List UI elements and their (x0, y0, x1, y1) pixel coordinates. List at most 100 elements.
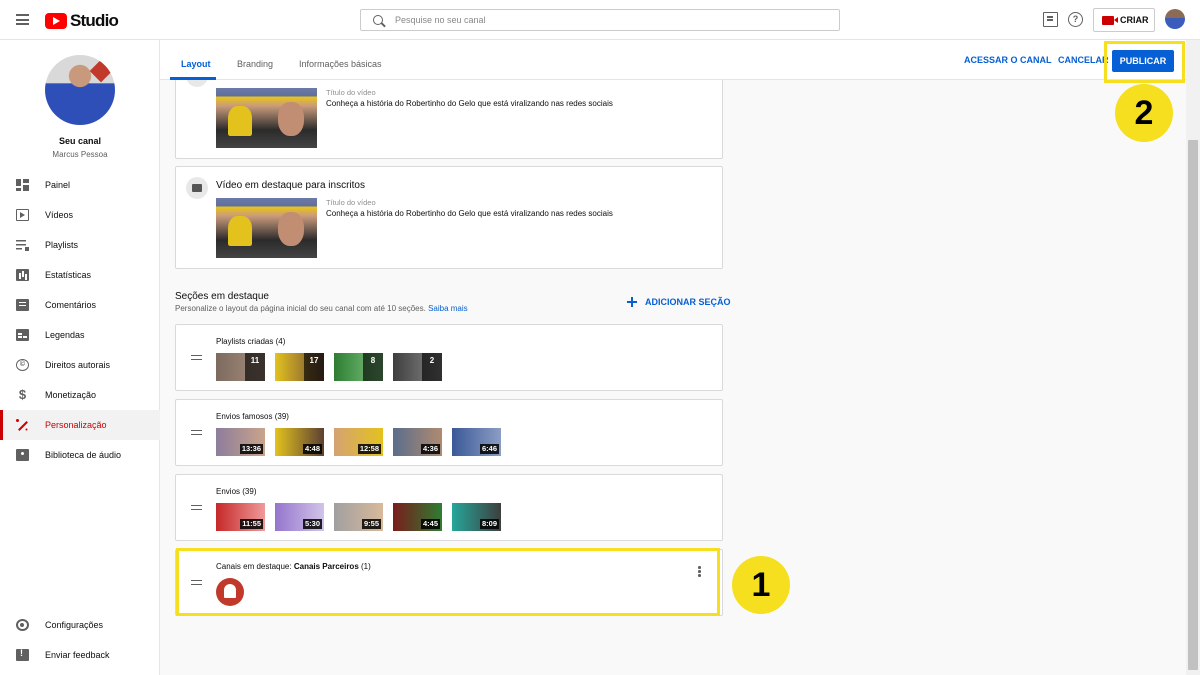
featured-sections-title: Seções em destaque (175, 291, 269, 302)
search-icon[interactable] (373, 15, 383, 25)
logo-text: Studio (70, 11, 119, 30)
drag-handle-icon[interactable] (191, 355, 202, 360)
video-thumbnail[interactable] (216, 198, 317, 258)
playlist-thumbnail[interactable]: 11 (216, 353, 265, 381)
scrollbar-thumb[interactable] (1188, 140, 1198, 670)
drag-handle-icon[interactable] (191, 505, 202, 510)
video-thumbnail[interactable]: 9:55 (334, 503, 383, 531)
audio-library-icon (16, 449, 29, 461)
search-bar[interactable] (360, 9, 840, 31)
drag-handle-icon[interactable] (191, 580, 202, 585)
tabs-bar: Layout Branding Informações básicas ACES… (160, 40, 1186, 83)
sidebar-item-label: Configurações (45, 620, 104, 630)
channel-avatar[interactable] (45, 55, 115, 125)
tab-informacoes-basicas[interactable]: Informações básicas (299, 59, 382, 69)
featured-video-for-subscribers-card: Vídeo em destaque para inscritos Título … (175, 166, 723, 269)
sidebar-item-direitos-autorais[interactable]: © Direitos autorais (0, 350, 160, 380)
video-thumbnail[interactable] (216, 88, 317, 148)
row-thumbnails: 11:55 5:30 9:55 4:45 8:09 (216, 503, 511, 531)
more-options-icon[interactable] (698, 566, 701, 577)
sidebar-item-monetizacao[interactable]: $ Monetização (0, 380, 160, 410)
view-channel-button[interactable]: ACESSAR O CANAL (964, 55, 1052, 65)
video-title-label: Título do vídeo (326, 88, 376, 97)
video-thumbnail[interactable]: 6:46 (452, 428, 501, 456)
video-thumbnail[interactable]: 4:48 (275, 428, 324, 456)
sidebar-item-legendas[interactable]: Legendas (0, 320, 160, 350)
row-title: Envios famosos (39) (216, 412, 289, 421)
video-title-value: Conheça a história do Robertinho do Gelo… (326, 209, 613, 218)
card-title: Vídeo em destaque para inscritos (216, 180, 365, 191)
drag-handle-icon[interactable] (191, 430, 202, 435)
studio-logo[interactable]: Studio (45, 11, 119, 31)
section-row-canais-em-destaque[interactable]: Canais em destaque: Canais Parceiros (1) (175, 549, 723, 616)
video-title-value: Conheça a história do Robertinho do Gelo… (326, 99, 613, 108)
sidebar-item-label: Personalização (45, 420, 107, 430)
sidebar-item-enviar-feedback[interactable]: Enviar feedback (0, 640, 160, 670)
hamburger-menu-icon[interactable] (16, 14, 29, 25)
gear-icon (16, 619, 29, 631)
featured-channel-avatar[interactable] (216, 578, 244, 606)
publish-button[interactable]: PUBLICAR (1112, 50, 1174, 72)
sidebar-item-label: Comentários (45, 300, 97, 310)
sidebar-item-videos[interactable]: Vídeos (0, 200, 160, 230)
messages-icon[interactable] (1043, 12, 1058, 27)
step-marker-2: 2 (1115, 84, 1173, 142)
section-row-envios-famosos[interactable]: Envios famosos (39) 13:36 4:48 12:58 4:3… (175, 399, 723, 466)
videos-icon (16, 209, 29, 221)
sidebar-item-configuracoes[interactable]: Configurações (0, 610, 160, 640)
sidebar-item-label: Legendas (45, 330, 85, 340)
video-thumbnail[interactable]: 12:58 (334, 428, 383, 456)
sidebar-item-painel[interactable]: Painel (0, 170, 160, 200)
cancel-button[interactable]: CANCELAR (1058, 55, 1109, 65)
account-avatar[interactable] (1165, 9, 1185, 29)
sidebar-item-label: Vídeos (45, 210, 74, 220)
create-label: CRIAR (1120, 15, 1149, 25)
plus-icon (627, 297, 637, 307)
sidebar-item-playlists[interactable]: Playlists (0, 230, 160, 260)
analytics-icon (16, 269, 29, 281)
create-button[interactable]: CRIAR (1093, 8, 1155, 32)
sidebar-item-personalizacao[interactable]: Personalização (0, 410, 160, 440)
comments-icon (16, 299, 29, 311)
help-icon[interactable]: ? (1068, 12, 1083, 27)
sidebar-item-label: Enviar feedback (45, 650, 110, 660)
sidebar-item-label: Estatísticas (45, 270, 92, 280)
video-thumbnail[interactable]: 13:36 (216, 428, 265, 456)
learn-more-link[interactable]: Saiba mais (428, 304, 468, 313)
playlist-thumbnail[interactable]: 2 (393, 353, 442, 381)
page-scrollbar[interactable] (1186, 40, 1200, 675)
video-thumbnail[interactable]: 4:45 (393, 503, 442, 531)
step-marker-1: 1 (732, 556, 790, 614)
search-input[interactable] (395, 12, 825, 28)
sidebar-item-estatisticas[interactable]: Estatísticas (0, 260, 160, 290)
subtitles-icon (16, 329, 29, 341)
video-thumbnail[interactable]: 5:30 (275, 503, 324, 531)
dollar-icon: $ (18, 387, 27, 402)
sidebar-item-comentarios[interactable]: Comentários (0, 290, 160, 320)
sidebar-item-biblioteca-de-audio[interactable]: Biblioteca de áudio (0, 440, 160, 470)
row-thumbnails: 13:36 4:48 12:58 4:36 6:46 (216, 428, 511, 456)
row-title: Playlists criadas (4) (216, 337, 286, 346)
add-section-button[interactable]: ADICIONAR SEÇÃO (627, 297, 731, 307)
section-row-playlists-criadas[interactable]: Playlists criadas (4) 11 17 8 2 (175, 324, 723, 391)
row-title: Envios (39) (216, 487, 257, 496)
tab-branding[interactable]: Branding (237, 59, 273, 69)
youtube-play-icon (45, 13, 67, 29)
playlist-thumbnail[interactable]: 17 (275, 353, 324, 381)
publish-highlight-box: PUBLICAR (1104, 41, 1185, 83)
feedback-icon (16, 648, 29, 661)
playlist-thumbnail[interactable]: 8 (334, 353, 383, 381)
section-row-envios[interactable]: Envios (39) 11:55 5:30 9:55 4:45 8:09 (175, 474, 723, 541)
copyright-icon: © (16, 359, 29, 371)
channel-title: Seu canal (58, 136, 102, 146)
tab-layout[interactable]: Layout (181, 59, 211, 69)
video-title-label: Título do vídeo (326, 198, 376, 207)
video-thumbnail[interactable]: 8:09 (452, 503, 501, 531)
channel-name: Marcus Pessoa (52, 150, 108, 159)
dashboard-icon (16, 179, 29, 191)
video-thumbnail[interactable]: 4:36 (393, 428, 442, 456)
sidebar-item-label: Biblioteca de áudio (45, 450, 122, 460)
video-camera-icon (1102, 15, 1118, 25)
top-bar: Studio ? CRIAR (0, 0, 1200, 40)
video-thumbnail[interactable]: 11:55 (216, 503, 265, 531)
